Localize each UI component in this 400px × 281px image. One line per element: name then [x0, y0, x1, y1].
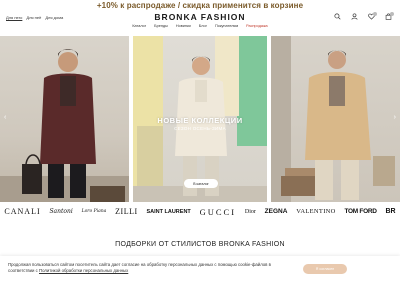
- nav-item-customers[interactable]: Покупателям: [215, 24, 238, 28]
- hero-slide-left[interactable]: [0, 36, 129, 202]
- user-icon[interactable]: [351, 13, 358, 20]
- model-photo-right: [271, 36, 395, 202]
- promo-banner[interactable]: +10% к распродаже / скидка применится в …: [0, 0, 400, 10]
- brand-logo-zegna[interactable]: ZEGNA: [265, 208, 288, 215]
- nav-item-catalog[interactable]: Каталог: [132, 24, 146, 28]
- model-photo-left: [0, 49, 129, 202]
- cookie-accept-button[interactable]: Я согласен: [303, 264, 347, 274]
- catalog-button-label: В каталог: [193, 181, 209, 186]
- carousel-prev-arrow[interactable]: ‹: [4, 114, 6, 121]
- cookie-notice: Продолжая пользоваться сайтом посетитель…: [8, 262, 288, 273]
- brand-logo-santoni[interactable]: Santoni: [49, 208, 72, 215]
- carousel-next-arrow[interactable]: ›: [394, 114, 396, 121]
- nav-item-new[interactable]: Новинки: [176, 24, 191, 28]
- hero-slide-right[interactable]: [271, 36, 400, 202]
- cookie-banner: Продолжая пользоваться сайтом посетитель…: [0, 256, 400, 281]
- header-icons: [334, 12, 394, 20]
- brand-logo-loro-piana[interactable]: Loro Piana: [82, 209, 107, 214]
- brand-logo-zilli[interactable]: ZILLI: [115, 207, 138, 216]
- hero-title: НОВЫЕ КОЛЛЕКЦИИ: [157, 116, 243, 125]
- search-icon[interactable]: [334, 13, 341, 20]
- bag-icon[interactable]: [385, 12, 394, 20]
- cookie-accept-label: Я согласен: [315, 267, 335, 271]
- catalog-button[interactable]: В каталог: [184, 179, 218, 188]
- nav-item-sale[interactable]: Распродажа: [246, 24, 268, 28]
- hero-subtitle: СЕЗОН ОСЕНЬ-ЗИМА: [174, 126, 226, 131]
- wishlist-count-badge: [373, 12, 377, 16]
- main-nav: Каталог Бренды Новинки Блог Покупателям …: [0, 24, 400, 28]
- brand-strip: CANALI Santoni Loro Piana ZILLI SAINT LA…: [0, 204, 400, 219]
- brand-logo-gucci[interactable]: GUCCI: [200, 207, 236, 217]
- header: Для него Для неё Для дома BRONKA FASHION…: [0, 10, 400, 36]
- brand-logo-truncated[interactable]: BR: [385, 208, 395, 215]
- hero-carousel[interactable]: ‹ › НОВЫЕ КОЛЛЕКЦИИ СЕЗОН ОСЕНЬ-ЗИМА В к…: [0, 36, 400, 202]
- brand-logo-tom-ford[interactable]: TOM FORD: [344, 208, 376, 215]
- stylist-picks-heading: ПОДБОРКИ ОТ СТИЛИСТОВ BRONKA FASHION: [115, 241, 285, 248]
- privacy-policy-link[interactable]: Политикой обработки персональных данных: [39, 268, 128, 273]
- nav-item-brands[interactable]: Бренды: [154, 24, 168, 28]
- cart-count-badge: [390, 12, 394, 16]
- brand-logo-saint-laurent[interactable]: SAINT LAURENT: [146, 209, 190, 215]
- nav-item-blog[interactable]: Блог: [199, 24, 207, 28]
- heart-icon[interactable]: [368, 12, 377, 20]
- brand-logo-canali[interactable]: CANALI: [4, 207, 40, 216]
- promo-text: +10% к распродаже / скидка применится в …: [96, 0, 304, 10]
- brand-logo-dior[interactable]: Dior: [245, 209, 256, 215]
- brand-logo-valentino[interactable]: VALENTINO: [296, 208, 335, 215]
